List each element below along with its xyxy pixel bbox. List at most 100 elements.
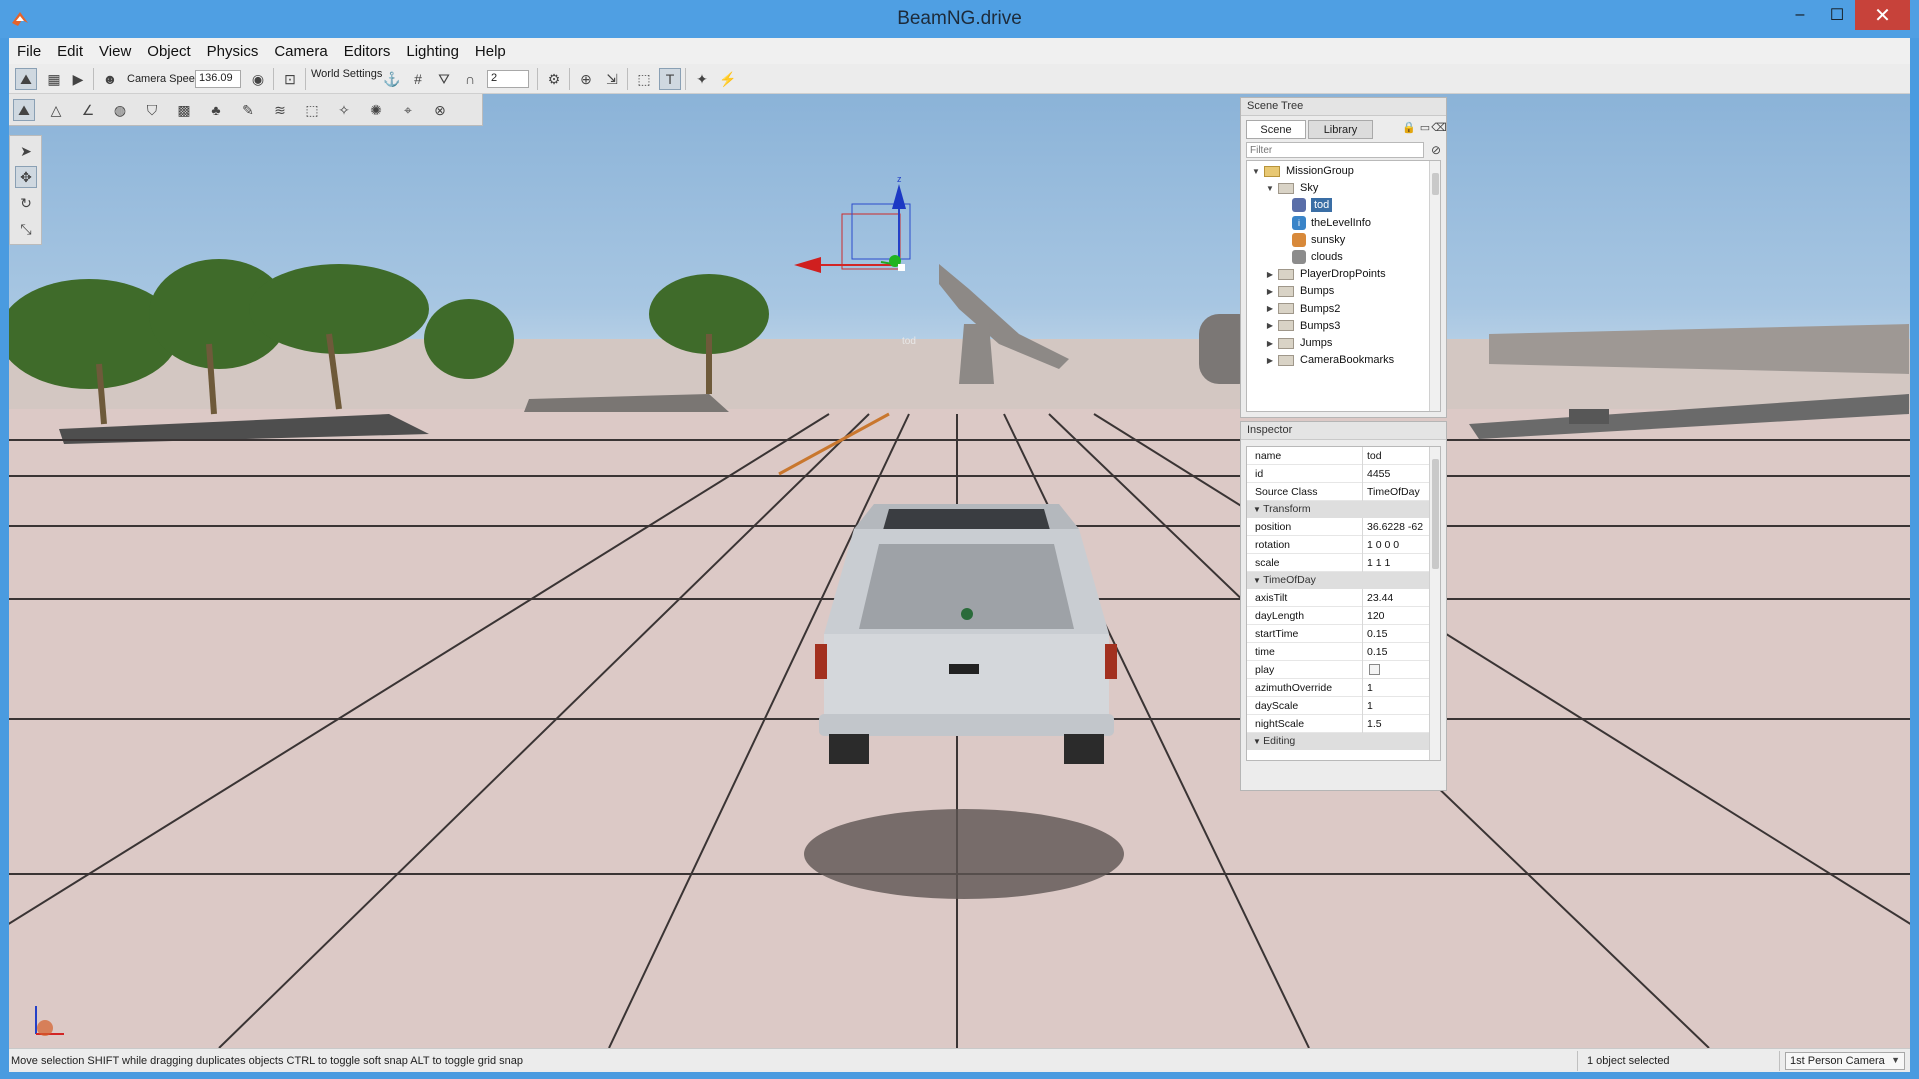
maximize-button[interactable]: ☐ (1815, 0, 1859, 30)
lock-icon[interactable]: 🔒 (1401, 119, 1417, 135)
grid-icon[interactable]: # (407, 68, 429, 90)
camera-view-icon[interactable]: ⊡ (279, 68, 301, 90)
collapse-arrow-icon[interactable]: ▶ (1265, 356, 1275, 365)
field-value[interactable]: 36.6228 -62 (1367, 521, 1429, 533)
snap-icon[interactable]: ⚓ (381, 68, 403, 90)
river-icon[interactable]: ≋ (269, 99, 291, 121)
inspector-row-axistilt[interactable]: axisTilt 23.44 (1247, 589, 1432, 607)
menu-camera[interactable]: Camera (266, 43, 335, 60)
selection-mode-icon[interactable]: ⚙ (543, 68, 565, 90)
camera-mode-select[interactable]: 1st Person Camera ▼ (1785, 1052, 1905, 1070)
forest-icon[interactable]: ♣ (205, 99, 227, 121)
road-editor-icon[interactable]: ∠ (77, 99, 99, 121)
menu-view[interactable]: View (91, 43, 139, 60)
tab-library[interactable]: Library (1308, 120, 1373, 139)
field-value[interactable]: 4455 (1367, 468, 1429, 480)
field-value[interactable]: 1 1 1 (1367, 557, 1429, 569)
inspector-row-play[interactable]: play (1247, 661, 1432, 679)
menu-edit[interactable]: Edit (49, 43, 91, 60)
field-value[interactable]: 23.44 (1367, 592, 1429, 604)
terrain-editor-icon[interactable]: △ (45, 99, 67, 121)
tree-scrollbar[interactable] (1429, 161, 1440, 411)
world-editor-icon[interactable]: ⛰ (15, 68, 37, 90)
magnet-icon[interactable]: ∩ (459, 68, 481, 90)
expand-arrow-icon[interactable]: ▼ (1251, 167, 1261, 176)
close-button[interactable]: ✕ (1855, 0, 1910, 30)
bounds-icon[interactable]: ⬚ (633, 68, 655, 90)
inspector-row-nightscale[interactable]: nightScale 1.5 (1247, 715, 1432, 733)
inspector-row-time[interactable]: time 0.15 (1247, 643, 1432, 661)
play-icon[interactable]: ▶ (67, 68, 89, 90)
tab-scene[interactable]: Scene (1246, 120, 1306, 139)
inspector-group-header[interactable]: ▼ TimeOfDay (1247, 572, 1432, 589)
field-value[interactable]: 1 (1367, 700, 1429, 712)
filter-input[interactable] (1246, 142, 1424, 158)
collapse-arrow-icon[interactable]: ▶ (1265, 270, 1275, 279)
inspector-row-scale[interactable]: scale 1 1 1 (1247, 554, 1432, 572)
field-value[interactable]: 0.15 (1367, 628, 1429, 640)
field-value[interactable]: 0.15 (1367, 646, 1429, 658)
clear-filter-icon[interactable]: ⊘ (1427, 141, 1445, 159)
physics-icon[interactable]: ⊗ (429, 99, 451, 121)
inspector-row-azimuthoverride[interactable]: azimuthOverride 1 (1247, 679, 1432, 697)
decal-icon[interactable]: ✎ (237, 99, 259, 121)
rotate-tool-icon[interactable]: ↻ (15, 192, 37, 214)
menu-object[interactable]: Object (139, 43, 198, 60)
field-value[interactable]: 1 0 0 0 (1367, 539, 1429, 551)
3d-viewport[interactable]: z tod (9, 94, 1910, 1048)
camera-speed-input[interactable]: 136.09 (195, 70, 241, 88)
delete-icon[interactable]: ⌫ (1431, 119, 1447, 135)
field-value[interactable]: 1.5 (1367, 718, 1429, 730)
inspector-row-rotation[interactable]: rotation 1 0 0 0 (1247, 536, 1432, 554)
panels-icon[interactable]: ▦ (43, 68, 65, 90)
inspector-group-header[interactable]: ▼ Transform (1247, 501, 1432, 518)
title-bar[interactable]: BeamNG.drive – ☐ ✕ (0, 0, 1919, 38)
debug-icon[interactable]: ✦ (691, 68, 713, 90)
inspector-row-position[interactable]: position 36.6228 -62 (1247, 518, 1432, 536)
player-icon[interactable]: ☻ (99, 68, 121, 90)
visibility-icon[interactable]: ◉ (247, 68, 269, 90)
select-arrow-icon[interactable]: ➤ (15, 140, 37, 162)
inspector-row-id[interactable]: id 4455 (1247, 465, 1432, 483)
collapse-arrow-icon[interactable]: ▶ (1265, 339, 1275, 348)
scale-tool-icon[interactable]: ⤡ (15, 218, 37, 240)
material-icon[interactable]: ▩ (173, 99, 195, 121)
collapse-arrow-icon[interactable]: ▶ (1265, 304, 1275, 313)
inspector-row-source-class[interactable]: Source Class TimeOfDay (1247, 483, 1432, 501)
expand-arrow-icon[interactable]: ▼ (1265, 184, 1275, 193)
vehicle-icon[interactable]: ⚡ (717, 68, 739, 90)
menu-editors[interactable]: Editors (336, 43, 399, 60)
inspector-group-header[interactable]: ▼ Editing (1247, 733, 1432, 750)
tree-item[interactable]: ▶ CameraBookmarks (1247, 350, 1394, 370)
inspector-row-starttime[interactable]: startTime 0.15 (1247, 625, 1432, 643)
drop-object-icon[interactable]: ⇲ (601, 68, 623, 90)
inspector-grid[interactable]: name tod id 4455 Source Class TimeOfDay ▼ Tran… (1246, 446, 1441, 761)
text-labels-icon[interactable]: T (659, 68, 681, 90)
mesh-road-icon[interactable]: ⬚ (301, 99, 323, 121)
shape-icon[interactable]: ⌖ (397, 99, 419, 121)
nav-icon[interactable]: ✧ (333, 99, 355, 121)
sphere-icon[interactable]: ◍ (109, 99, 131, 121)
field-value[interactable]: 1 (1367, 682, 1429, 694)
particle-icon[interactable]: ✺ (365, 99, 387, 121)
menu-physics[interactable]: Physics (199, 43, 267, 60)
field-value[interactable]: tod (1367, 450, 1429, 462)
move-tool-icon[interactable]: ✥ (15, 166, 37, 188)
collapse-arrow-icon[interactable]: ▶ (1265, 287, 1275, 296)
field-value[interactable]: 120 (1367, 610, 1429, 622)
grid-size-input[interactable]: 2 (487, 70, 529, 88)
inspector-row-daylength[interactable]: dayLength 120 (1247, 607, 1432, 625)
object-editor-icon[interactable]: ⛰ (13, 99, 35, 121)
menu-help[interactable]: Help (467, 43, 514, 60)
inspector-scrollbar[interactable] (1429, 447, 1440, 760)
play-checkbox[interactable] (1369, 664, 1380, 675)
menu-file[interactable]: File (9, 43, 49, 60)
inspector-row-name[interactable]: name tod (1247, 447, 1432, 465)
menu-lighting[interactable]: Lighting (398, 43, 467, 60)
add-object-icon[interactable]: ⊕ (575, 68, 597, 90)
shield-icon[interactable]: ⛉ (141, 99, 163, 121)
scene-tree[interactable]: ▼ MissionGroup ▼ Sky tod i theLevelInfo sunsky c… (1246, 160, 1441, 412)
inspector-row-dayscale[interactable]: dayScale 1 (1247, 697, 1432, 715)
collapse-arrow-icon[interactable]: ▶ (1265, 321, 1275, 330)
terrain-snap-icon[interactable]: ⛛ (433, 68, 455, 90)
